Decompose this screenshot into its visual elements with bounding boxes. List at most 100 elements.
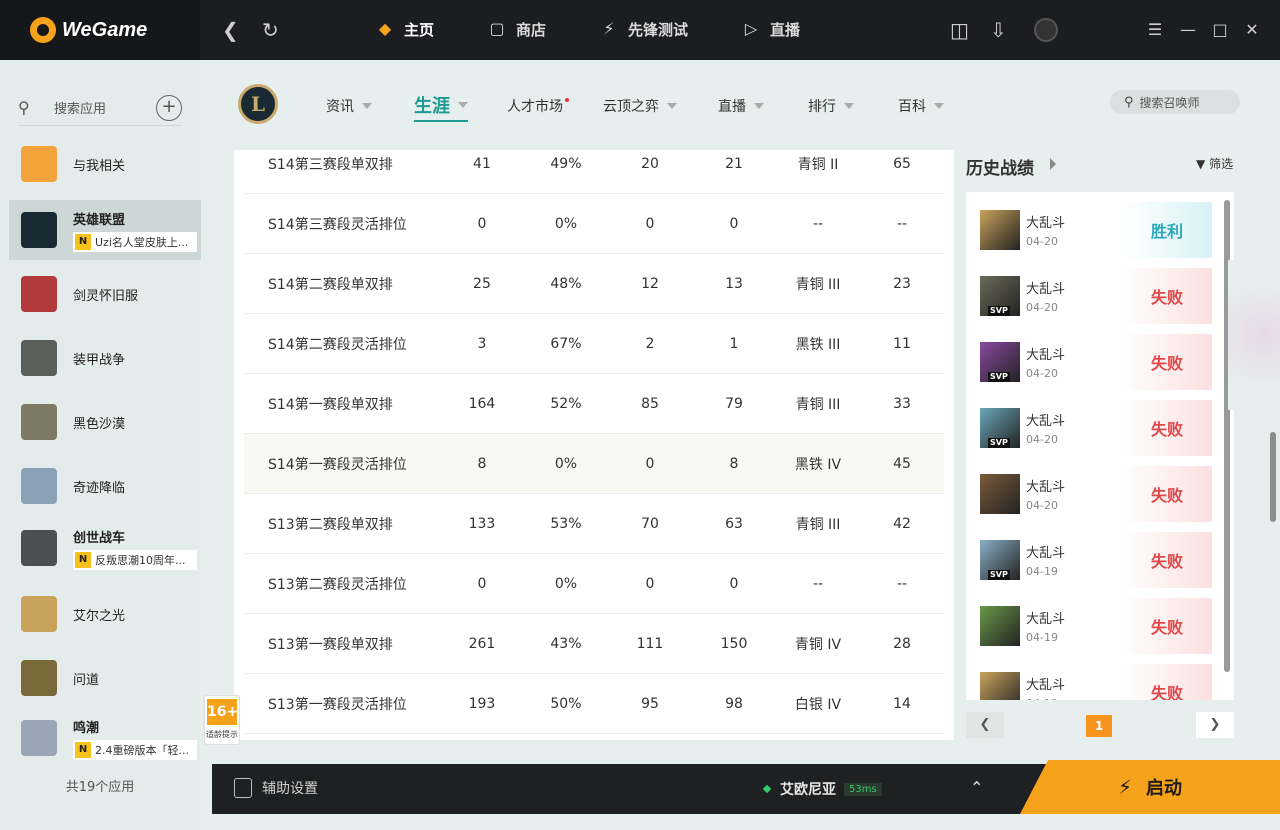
store-icon: ▢: [489, 19, 505, 38]
filter-button[interactable]: ▼ 筛选: [1196, 155, 1233, 172]
page-number[interactable]: 1: [1086, 715, 1112, 737]
history-title[interactable]: 历史战绩: [966, 154, 1034, 179]
next-page-button[interactable]: ❯: [1196, 712, 1234, 738]
app-title: 装甲战争: [73, 352, 126, 368]
nav-home[interactable]: ◆ 主页: [374, 18, 434, 40]
lol-tab-label: 人才市场: [507, 99, 563, 115]
lol-tab-news[interactable]: 资讯: [326, 96, 372, 116]
caret-down-icon: [754, 103, 764, 109]
wegame-logo[interactable]: WeGame: [0, 0, 200, 60]
app-search[interactable]: ⚲ 搜索应用 +: [18, 90, 182, 126]
match-item[interactable]: SVP 大乱斗 04-20 失败: [966, 398, 1212, 458]
chevron-right-icon[interactable]: [1050, 158, 1056, 170]
app-news[interactable]: N Uzi名人堂皮肤上...: [73, 231, 197, 252]
sidebar-app-elsword[interactable]: 艾尔之光: [9, 584, 201, 644]
sidebar-app-crossout[interactable]: 创世战车 N 反叛思潮10周年...: [9, 518, 201, 578]
filter-label: 筛选: [1209, 157, 1234, 171]
sidebar-app-related[interactable]: 与我相关: [9, 134, 201, 194]
match-item[interactable]: 大乱斗 04-20 胜利: [966, 200, 1212, 260]
match-item[interactable]: 大乱斗 04-19 失败: [966, 662, 1212, 700]
avatar[interactable]: [1034, 18, 1058, 42]
minimize-icon[interactable]: —: [1176, 16, 1200, 44]
menu-icon[interactable]: ☰: [1143, 16, 1167, 44]
nav-live[interactable]: ▷ 直播: [740, 18, 800, 40]
download-icon[interactable]: ⇩: [990, 18, 1007, 42]
lol-tab-live[interactable]: 直播: [718, 96, 764, 116]
match-item[interactable]: SVP 大乱斗 04-19 失败: [966, 530, 1212, 590]
table-cell: 12: [641, 275, 659, 292]
table-row[interactable]: S14第一赛段单双排 164 52% 85 79 青铜 III 33: [244, 374, 944, 434]
prev-page-button[interactable]: ❮: [966, 712, 1004, 738]
sidebar-app-lol[interactable]: 英雄联盟 N Uzi名人堂皮肤上...: [9, 200, 201, 260]
match-mode: 大乱斗: [1026, 414, 1066, 429]
search-icon: ⚲: [1124, 94, 1134, 110]
maximize-icon[interactable]: □: [1208, 16, 1232, 44]
match-item[interactable]: SVP 大乱斗 04-20 失败: [966, 332, 1212, 392]
table-cell: 28: [893, 635, 911, 652]
sidebar-app-armored-warfare[interactable]: 装甲战争: [9, 328, 201, 388]
match-result: 失败: [1122, 598, 1212, 654]
nav-beta-test[interactable]: ⚡ 先锋测试: [598, 18, 688, 40]
table-cell: 青铜 III: [795, 276, 841, 293]
nav-store[interactable]: ▢ 商店: [486, 18, 546, 40]
table-row[interactable]: S13第二赛段单双排 133 53% 70 63 青铜 III 42: [244, 494, 944, 554]
table-cell: 79: [725, 395, 743, 412]
assist-settings-button[interactable]: 辅助设置: [234, 778, 318, 798]
table-row[interactable]: S14第三赛段单双排 41 49% 20 21 青铜 II 65: [244, 150, 944, 194]
match-date: 04-20: [1026, 235, 1058, 248]
sidebar-app-blade-soul[interactable]: 剑灵怀旧服: [9, 264, 201, 324]
app-title: 创世战车: [73, 530, 126, 546]
table-row[interactable]: S14第二赛段单双排 25 48% 12 13 青铜 III 23: [244, 254, 944, 314]
refresh-icon[interactable]: ↻: [262, 18, 279, 42]
table-row[interactable]: S13第一赛段灵活排位 193 50% 95 98 白银 IV 14: [244, 674, 944, 734]
lol-tab-talent-market[interactable]: 人才市场: [507, 96, 569, 116]
summoner-search[interactable]: ⚲ 搜索召唤师: [1110, 90, 1240, 114]
app-text: 黑色沙漠: [73, 413, 125, 432]
table-cell: 0%: [554, 575, 578, 592]
match-item[interactable]: 大乱斗 04-19 失败: [966, 596, 1212, 656]
lol-tab-wiki[interactable]: 百科: [898, 96, 944, 116]
server-name: 艾欧尼亚: [780, 782, 836, 798]
app-icon: [21, 146, 57, 182]
lol-tab-tft[interactable]: 云顶之弈: [603, 96, 677, 116]
sidebar-app-miracle[interactable]: 奇迹降临: [9, 456, 201, 516]
app-news[interactable]: N 反叛思潮10周年...: [73, 549, 197, 570]
match-info: 大乱斗 04-19: [1026, 542, 1106, 578]
app-news-text: 2.4重磅版本「轻...: [95, 743, 189, 757]
sidebar-app-black-desert[interactable]: 黑色沙漠: [9, 392, 201, 452]
match-item[interactable]: 大乱斗 04-20 失败: [966, 464, 1212, 524]
server-selector[interactable]: 艾欧尼亚 53ms: [762, 779, 882, 799]
lol-logo[interactable]: L: [238, 84, 278, 124]
table-row[interactable]: S14第三赛段灵活排位 0 0% 0 0 -- --: [244, 194, 944, 254]
match-mode: 大乱斗: [1026, 480, 1066, 495]
add-app-button[interactable]: +: [156, 94, 182, 121]
lol-tab-label: 资讯: [326, 99, 354, 115]
sidebar-app-wuthering-waves[interactable]: 鸣潮 N 2.4重磅版本「轻...: [9, 708, 201, 768]
table-cell: 193: [468, 695, 496, 712]
launch-bar: 辅助设置 艾欧尼亚 53ms ⌃ ⚡ 启动: [212, 760, 1280, 814]
table-cell: 0: [477, 215, 487, 232]
close-icon[interactable]: ✕: [1240, 16, 1264, 44]
table-cell: 67%: [550, 335, 582, 352]
lol-tab-career[interactable]: 生涯: [414, 92, 468, 122]
table-row[interactable]: S13第二赛段灵活排位 0 0% 0 0 -- --: [244, 554, 944, 614]
app-news[interactable]: N 2.4重磅版本「轻...: [73, 739, 197, 760]
inbox-icon[interactable]: ◫: [950, 18, 969, 42]
background-art: [1228, 260, 1280, 410]
chevron-up-icon[interactable]: ⌃: [970, 778, 983, 797]
table-row[interactable]: S13第一赛段单双排 261 43% 111 150 青铜 IV 28: [244, 614, 944, 674]
lol-tab-label: 百科: [898, 99, 926, 115]
champion-avatar: SVP: [980, 408, 1020, 448]
launch-button[interactable]: ⚡ 启动: [1020, 760, 1280, 814]
app-icon: [21, 212, 57, 248]
back-icon[interactable]: ❮: [222, 18, 239, 42]
table-cell: 0: [729, 215, 739, 232]
match-item[interactable]: SVP 大乱斗 04-20 失败: [966, 266, 1212, 326]
table-row[interactable]: S14第一赛段灵活排位 8 0% 0 8 黑铁 IV 45: [244, 434, 944, 494]
page-scrollbar[interactable]: [1270, 432, 1276, 522]
ping-badge: 53ms: [844, 782, 882, 796]
table-row[interactable]: S14第二赛段灵活排位 3 67% 2 1 黑铁 III 11: [244, 314, 944, 374]
table-cell: 111: [636, 635, 664, 652]
sidebar-app-wendao[interactable]: 问道: [9, 648, 201, 708]
lol-tab-ranking[interactable]: 排行: [808, 96, 854, 116]
